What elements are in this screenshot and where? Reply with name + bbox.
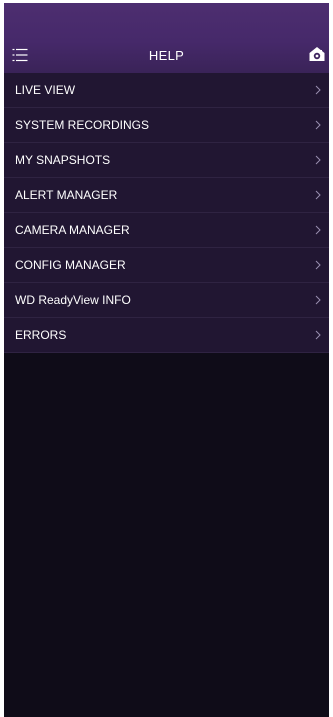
menu-item-label: ALERT MANAGER — [15, 188, 118, 202]
header-bar: HELP — [4, 3, 329, 73]
menu-item-label: ERRORS — [15, 328, 67, 342]
menu-item-my-snapshots[interactable]: MY SNAPSHOTS — [4, 143, 329, 178]
menu-item-label: MY SNAPSHOTS — [15, 153, 111, 167]
chevron-right-icon — [315, 155, 321, 165]
chevron-right-icon — [315, 295, 321, 305]
help-menu-list: LIVE VIEW SYSTEM RECORDINGS MY SNAPSHOTS… — [4, 73, 329, 353]
menu-item-label: WD ReadyView INFO — [15, 293, 131, 307]
menu-item-errors[interactable]: ERRORS — [4, 318, 329, 353]
menu-item-readyview-info[interactable]: WD ReadyView INFO — [4, 283, 329, 318]
menu-item-camera-manager[interactable]: CAMERA MANAGER — [4, 213, 329, 248]
menu-item-system-recordings[interactable]: SYSTEM RECORDINGS — [4, 108, 329, 143]
home-camera-icon[interactable] — [309, 46, 325, 62]
chevron-right-icon — [315, 190, 321, 200]
chevron-right-icon — [315, 330, 321, 340]
chevron-right-icon — [315, 225, 321, 235]
menu-item-config-manager[interactable]: CONFIG MANAGER — [4, 248, 329, 283]
chevron-right-icon — [315, 260, 321, 270]
page-title: HELP — [148, 48, 185, 63]
menu-item-label: LIVE VIEW — [15, 83, 76, 97]
chevron-right-icon — [315, 85, 321, 95]
chevron-right-icon — [315, 120, 321, 130]
menu-item-live-view[interactable]: LIVE VIEW — [4, 73, 329, 108]
menu-item-label: CONFIG MANAGER — [15, 258, 126, 272]
app-screen: HELP LIVE VIEW SYSTEM RECORDINGS MY SNAP… — [4, 3, 329, 717]
menu-item-label: SYSTEM RECORDINGS — [15, 118, 150, 132]
menu-item-alert-manager[interactable]: ALERT MANAGER — [4, 178, 329, 213]
menu-item-label: CAMERA MANAGER — [15, 223, 130, 237]
